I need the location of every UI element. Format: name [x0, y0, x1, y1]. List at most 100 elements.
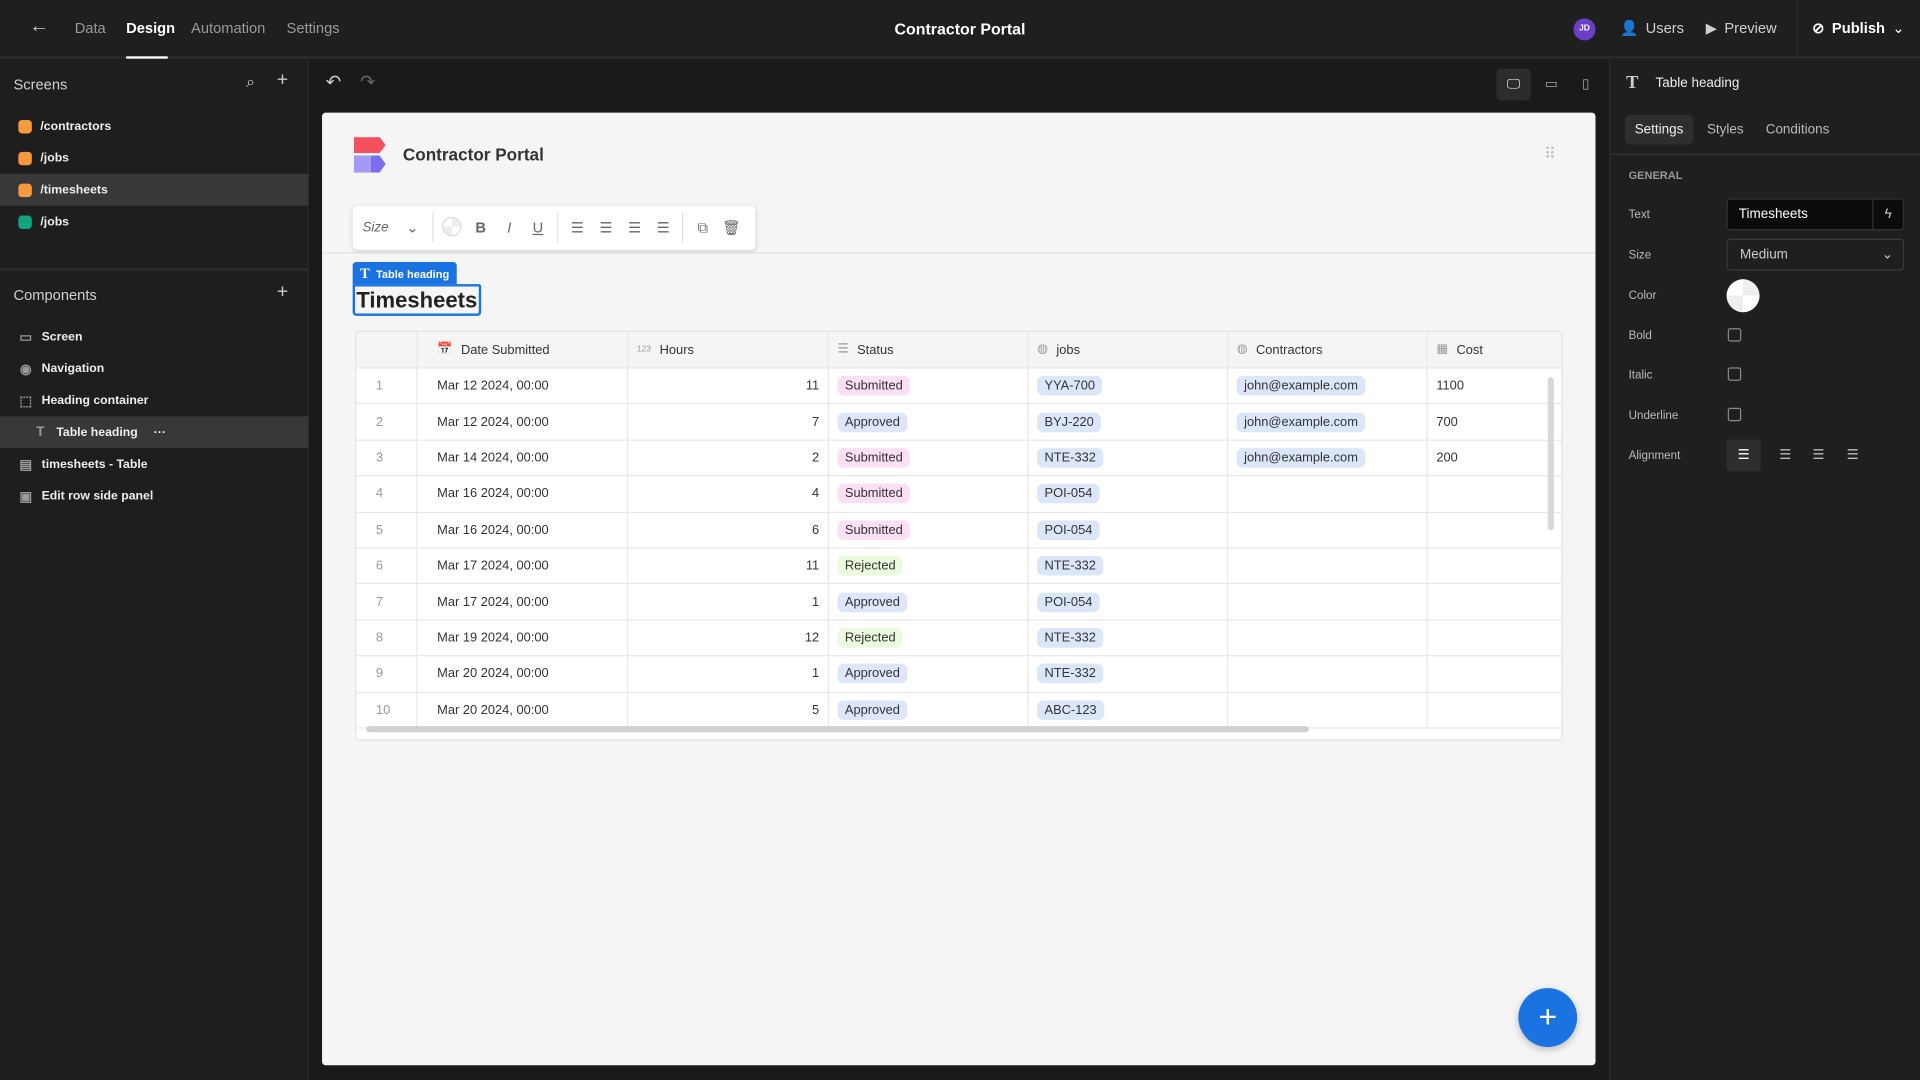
contractors-cell	[1228, 548, 1428, 584]
add-component-icon[interactable]: +	[277, 282, 288, 304]
table-row[interactable]: 6 Mar 17 2024, 00:00 11 Rejected NTE-332	[356, 548, 1562, 585]
underline-icon[interactable]: U	[524, 219, 553, 236]
job-pill: NTE-332	[1037, 556, 1104, 576]
align-justify-button[interactable]: ☰	[1836, 440, 1870, 472]
component-item[interactable]: ▣ Edit row side panel	[0, 480, 309, 512]
avatar[interactable]: JD	[1573, 18, 1596, 41]
cost-cell	[1428, 693, 1561, 728]
contractors-cell: john@example.com	[1228, 368, 1428, 404]
align-center-button[interactable]: ☰	[1768, 440, 1802, 472]
desktop-view-icon[interactable]: 🖵	[1496, 68, 1531, 101]
size-select[interactable]: Size	[362, 220, 398, 235]
binding-lightning-icon[interactable]: ϟ	[1872, 199, 1903, 229]
redo-icon[interactable]: ↷	[360, 71, 375, 93]
add-screen-icon[interactable]: +	[277, 70, 288, 92]
table-row[interactable]: 7 Mar 17 2024, 00:00 1 Approved POI-054	[356, 584, 1562, 621]
add-fab-button[interactable]: +	[1518, 988, 1578, 1047]
divider	[1610, 153, 1920, 156]
table-row[interactable]: 1 Mar 12 2024, 00:00 11 Submitted YYA-700 joh…	[356, 368, 1562, 405]
color-picker[interactable]	[438, 216, 467, 239]
italic-checkbox[interactable]	[1727, 367, 1742, 381]
status-badge: Submitted	[837, 520, 911, 540]
users-button[interactable]: 👤 Users	[1620, 20, 1684, 37]
rocket-off-icon: ⊘	[1812, 19, 1825, 37]
color-picker[interactable]	[1726, 279, 1760, 313]
job-pill: POI-054	[1037, 520, 1100, 540]
table-heading[interactable]: Timesheets	[352, 284, 481, 316]
bold-icon[interactable]: B	[466, 219, 495, 236]
bold-checkbox[interactable]	[1727, 328, 1742, 342]
align-center-icon[interactable]: ☰	[592, 219, 621, 236]
screen-item[interactable]: /contractors	[0, 110, 309, 142]
preview-button[interactable]: ▶ Preview	[1706, 20, 1777, 37]
trash-icon[interactable]: 🗑	[717, 219, 746, 236]
publish-button[interactable]: ⊘ Publish ⌄	[1812, 20, 1904, 37]
column-header[interactable]: ▦ Cost	[1428, 332, 1561, 368]
text-label: Text	[1628, 208, 1650, 222]
back-arrow-icon[interactable]: ←	[29, 16, 49, 38]
relationship-icon: ◍	[1236, 342, 1248, 357]
tab-data[interactable]: Data	[75, 20, 106, 37]
grid-dots-icon[interactable]: ⠿	[1544, 144, 1556, 164]
table-row[interactable]: 10 Mar 20 2024, 00:00 5 Approved ABC-123	[356, 692, 1562, 729]
search-icon[interactable]: ⌕	[246, 72, 255, 92]
screen-color-icon	[18, 119, 32, 133]
tab-automation[interactable]: Automation	[191, 20, 265, 37]
component-item[interactable]: ⬚ Heading container	[0, 384, 309, 416]
vertical-scrollbar[interactable]	[1547, 377, 1554, 531]
table-row[interactable]: 3 Mar 14 2024, 00:00 2 Submitted NTE-332 john…	[356, 440, 1562, 477]
italic-icon[interactable]: I	[495, 219, 524, 236]
align-justify-icon[interactable]: ☰	[649, 219, 678, 236]
component-item[interactable]: ▭ Screen	[0, 321, 309, 353]
screen-item[interactable]: /jobs	[0, 142, 309, 174]
jobs-cell: POI-054	[1029, 476, 1229, 512]
column-header[interactable]: ☰ Status	[829, 331, 1029, 368]
column-header[interactable]: 123 Hours	[628, 331, 829, 368]
jobs-cell: ABC-123	[1029, 692, 1229, 728]
jobs-cell: NTE-332	[1029, 548, 1229, 584]
tab-design[interactable]: Design	[126, 20, 175, 37]
tab-styles[interactable]: Styles	[1697, 115, 1753, 144]
column-header[interactable]: 📅 Date Submitted	[418, 331, 629, 368]
mobile-view-icon[interactable]: ▯	[1572, 69, 1599, 101]
table-row[interactable]: 8 Mar 19 2024, 00:00 12 Rejected NTE-332	[356, 620, 1562, 657]
container-icon: ⬚	[19, 393, 33, 409]
column-header[interactable]: ◍ jobs	[1029, 331, 1229, 368]
text-field[interactable]: Timesheets ϟ	[1726, 198, 1905, 231]
screen-color-icon	[18, 151, 32, 165]
job-pill: ABC-123	[1037, 700, 1105, 720]
status-badge: Submitted	[837, 484, 911, 504]
component-item[interactable]: ◉ Navigation	[0, 353, 309, 385]
tab-settings[interactable]: Settings	[1624, 115, 1694, 145]
screen-item[interactable]: /timesheets	[0, 173, 309, 206]
table-row[interactable]: 2 Mar 12 2024, 00:00 7 Approved BYJ-220 john@…	[356, 404, 1562, 441]
table-row[interactable]: 5 Mar 16 2024, 00:00 6 Submitted POI-054	[356, 512, 1562, 549]
table-row[interactable]: 9 Mar 20 2024, 00:00 1 Approved NTE-332	[356, 656, 1562, 693]
top-bar: ← Data Design Automation Settings Contra…	[0, 0, 1920, 59]
jobs-cell: NTE-332	[1029, 656, 1229, 692]
column-label: Date Submitted	[460, 342, 550, 357]
align-right-button[interactable]: ☰	[1801, 440, 1835, 472]
size-select[interactable]: Medium ⌄	[1726, 238, 1905, 271]
column-label: Hours	[659, 342, 694, 357]
tablet-view-icon[interactable]: ▭	[1538, 69, 1565, 101]
screen-item[interactable]: /jobs	[0, 206, 309, 238]
underline-checkbox[interactable]	[1727, 407, 1742, 422]
align-left-button[interactable]: ☰	[1726, 439, 1761, 472]
tab-settings[interactable]: Settings	[287, 20, 340, 37]
align-right-icon[interactable]: ☰	[620, 219, 649, 236]
table-row[interactable]: 4 Mar 16 2024, 00:00 4 Submitted POI-054	[356, 476, 1562, 513]
status-badge: Approved	[837, 700, 908, 720]
component-item[interactable]: ▤ timesheets - Table	[0, 448, 309, 480]
component-item[interactable]: T Table heading ···	[0, 416, 309, 449]
column-header[interactable]: ◍ Contractors	[1228, 331, 1428, 368]
align-left-icon[interactable]: ☰	[563, 219, 592, 236]
tab-conditions[interactable]: Conditions	[1756, 115, 1839, 144]
more-icon[interactable]: ···	[154, 426, 166, 439]
chevron-down-icon[interactable]: ⌄	[398, 219, 427, 236]
duplicate-icon[interactable]: ⧉	[689, 219, 718, 237]
undo-icon[interactable]: ↶	[326, 71, 341, 93]
component-label: timesheets - Table	[41, 457, 148, 471]
horizontal-scrollbar[interactable]	[366, 726, 1309, 733]
status-cell: Rejected	[829, 620, 1029, 656]
